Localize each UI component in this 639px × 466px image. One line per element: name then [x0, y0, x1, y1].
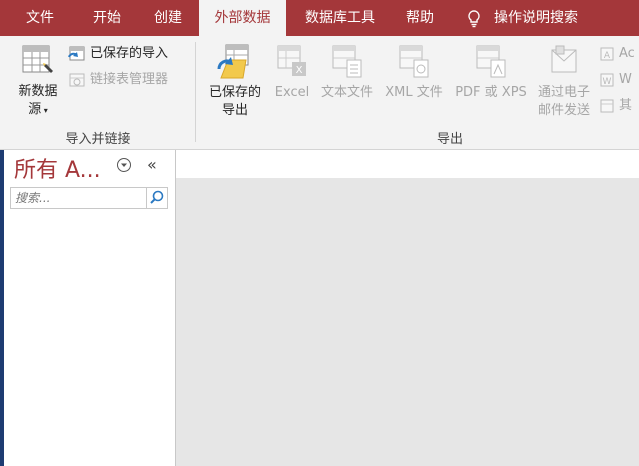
- other-export-icon: [600, 99, 614, 112]
- text-file-label: 文本文件: [320, 85, 373, 100]
- new-data-source-button[interactable]: 新数据 源 ▾: [8, 44, 68, 120]
- text-file-icon: [332, 45, 362, 78]
- saved-exports-label-line2: 导出: [221, 103, 248, 118]
- export-xml-file-button: XML 文件: [382, 44, 446, 102]
- nav-pane-dropdown-icon[interactable]: [116, 157, 132, 173]
- export-email-button: 通过电子 邮件发送: [533, 44, 595, 120]
- nav-search-box: [10, 187, 168, 209]
- navigation-pane: 所有 A... «: [4, 150, 176, 466]
- tab-home[interactable]: 开始: [78, 0, 136, 36]
- linked-table-manager-icon: [69, 73, 85, 86]
- new-data-source-icon: [22, 45, 53, 73]
- email-icon: [551, 45, 577, 73]
- export-pdf-xps-button: PDF 或 XPS: [451, 44, 531, 102]
- document-tab-strip: [176, 150, 639, 178]
- lightbulb-icon[interactable]: [466, 9, 482, 29]
- workspace-area: [176, 150, 639, 466]
- search-icon[interactable]: [146, 188, 167, 208]
- pdf-xps-icon: [476, 45, 506, 78]
- tab-create[interactable]: 创建: [139, 0, 197, 36]
- export-word-button: W W: [599, 70, 632, 90]
- pdf-xps-label: PDF 或 XPS: [455, 85, 527, 100]
- word-icon: W: [600, 73, 614, 87]
- export-text-file-button: 文本文件: [316, 44, 378, 102]
- dropdown-arrow-icon: ▾: [41, 106, 48, 115]
- new-data-source-label-line1: 新数据: [18, 84, 58, 99]
- linked-table-manager-label: 链接表管理器: [90, 72, 169, 87]
- tab-external-data[interactable]: 外部数据: [199, 0, 286, 36]
- linked-table-manager-button: 链接表管理器: [68, 70, 168, 90]
- nav-search-input[interactable]: [11, 188, 151, 208]
- saved-imports-icon: [68, 46, 85, 60]
- tab-database-tools[interactable]: 数据库工具: [294, 0, 386, 36]
- import-link-group-label: 导入并链接: [65, 132, 131, 147]
- saved-exports-icon: [217, 44, 249, 79]
- xml-file-icon: [399, 45, 429, 78]
- ribbon-panel: 新数据 源 ▾ 已保存的导入 链接表管理器 导入并链接 已保存的 导出 X Ex…: [0, 36, 639, 150]
- email-label-line1: 通过电子: [537, 85, 590, 100]
- tell-me-search[interactable]: 操作说明搜索: [494, 0, 594, 36]
- email-label-line2: 邮件发送: [537, 103, 590, 118]
- word-label: W: [619, 72, 632, 87]
- saved-exports-label-line1: 已保存的: [208, 85, 261, 100]
- xml-file-label: XML 文件: [385, 85, 443, 100]
- access-icon: A: [600, 47, 614, 61]
- svg-text:X: X: [296, 65, 303, 76]
- export-other-button: 其: [599, 96, 632, 116]
- excel-label: Excel: [274, 85, 310, 100]
- saved-imports-button[interactable]: 已保存的导入: [68, 44, 168, 64]
- nav-pane-title[interactable]: 所有 A...: [14, 152, 101, 184]
- new-data-source-label-line2: 源 ▾: [28, 102, 48, 117]
- group-separator: [195, 42, 196, 142]
- tab-file[interactable]: 文件: [10, 0, 70, 36]
- excel-icon: X: [277, 45, 306, 76]
- access-label: Ac: [619, 46, 635, 61]
- saved-exports-button[interactable]: 已保存的 导出: [200, 44, 270, 120]
- ribbon-tab-bar: 文件 开始 创建 外部数据 数据库工具 帮助 操作说明搜索: [0, 0, 639, 36]
- tab-help[interactable]: 帮助: [394, 0, 446, 36]
- svg-text:W: W: [603, 77, 612, 87]
- nav-pane-collapse-button[interactable]: «: [147, 155, 157, 174]
- export-excel-button: X Excel: [272, 44, 312, 102]
- export-group-label: 导出: [436, 132, 463, 147]
- other-export-label: 其: [619, 98, 633, 113]
- export-access-button: A Ac: [599, 44, 635, 64]
- saved-imports-label: 已保存的导入: [90, 46, 169, 61]
- svg-text:A: A: [604, 51, 611, 61]
